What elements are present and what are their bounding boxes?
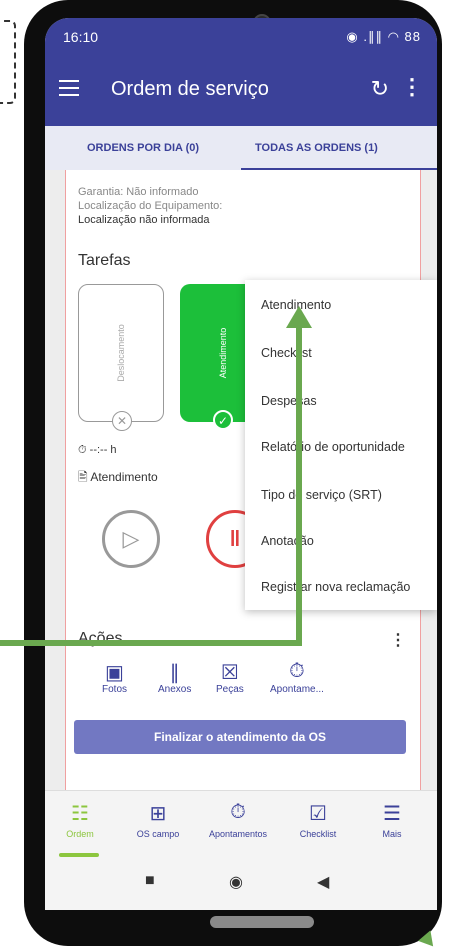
status-time: 16:10: [63, 29, 99, 45]
menu-item-despesas[interactable]: Despesas: [261, 394, 317, 408]
clipboard-icon: ☷: [71, 803, 89, 825]
nav-label: OS campo: [136, 829, 180, 839]
current-task-label: Atendimento: [90, 470, 158, 484]
action-label: Fotos: [102, 684, 128, 695]
menu-item-reclamacao[interactable]: Registrar nova reclamação: [261, 580, 410, 594]
tab-bar: ORDENS POR DIA (0) TODAS AS ORDENS (1): [45, 126, 437, 170]
nav-label: Ordem: [66, 829, 94, 839]
home-icon[interactable]: ◉: [229, 872, 243, 892]
popup-menu: Atendimento Checklist Despesas Relatório…: [245, 280, 437, 610]
action-apontamentos[interactable]: ⏱ Apontame...: [270, 660, 324, 695]
tasks-title: Tarefas: [78, 252, 131, 269]
nav-checklist[interactable]: ☑ Checklist: [283, 801, 353, 839]
system-nav-bar: ■ ◉ ◀: [45, 858, 437, 910]
bottom-nav: ☷ Ordem ⊞ OS campo ⏱ Apontamentos ☑ Chec…: [45, 790, 437, 858]
task-card-deslocamento[interactable]: Deslocamento ✕: [78, 284, 164, 431]
location-value: Localização não informada: [78, 214, 210, 226]
nav-ordem[interactable]: ☷ Ordem: [45, 801, 115, 839]
more-vert-icon[interactable]: ⋮: [401, 74, 423, 100]
action-label: Apontame...: [270, 684, 324, 695]
nav-label: Checklist: [299, 829, 337, 839]
close-icon: ✕: [112, 411, 132, 431]
task-card-label: Atendimento: [218, 327, 228, 379]
stopwatch-icon: ⏱: [289, 660, 305, 682]
annotation-arrow-head: [286, 306, 312, 328]
refresh-icon[interactable]: ↻: [371, 76, 389, 102]
menu-item-anotacao[interactable]: Anotação: [261, 534, 314, 548]
back-icon[interactable]: ◀: [317, 872, 329, 892]
nav-os-campo[interactable]: ⊞ OS campo: [123, 801, 193, 839]
menu-item-tipo-servico[interactable]: Tipo de serviço (SRT): [261, 488, 382, 502]
current-task: 🖹 Atendimento: [78, 468, 158, 489]
nav-active-indicator: [59, 853, 99, 857]
menu-item-checklist[interactable]: Checklist: [261, 346, 312, 360]
recents-icon[interactable]: ■: [145, 872, 155, 890]
task-card-label: Deslocamento: [116, 324, 126, 382]
timer-value: --:-- h: [89, 444, 117, 456]
page-title: Ordem de serviço: [111, 78, 269, 100]
play-button[interactable]: ▷: [102, 510, 160, 568]
camera-icon: ▣: [105, 662, 124, 684]
hamburger-menu-icon[interactable]: [59, 80, 79, 96]
menu-icon: ☰: [383, 803, 401, 825]
annotation-corner-arrow: [418, 927, 438, 947]
tab-todas-as-ordens[interactable]: TODAS AS ORDENS (1): [255, 142, 378, 154]
action-fotos[interactable]: ▣ Fotos: [102, 660, 127, 695]
clipboard-plus-icon: ⊞: [149, 803, 167, 825]
location-label: Localização do Equipamento:: [78, 200, 223, 212]
task-timer: ⏱ --:-- h: [78, 444, 117, 457]
finalize-button[interactable]: Finalizar o atendimento da OS: [74, 720, 406, 754]
annotation-dashed-box: [0, 20, 16, 104]
nav-label: Mais: [382, 829, 402, 839]
action-label: Anexos: [158, 684, 192, 695]
status-bar: 16:10 ◉ .∥∥ ◠ 88: [45, 18, 437, 58]
home-indicator: [210, 916, 314, 928]
actions-more-icon[interactable]: ⋮: [390, 630, 406, 650]
screen: 16:10 ◉ .∥∥ ◠ 88 Ordem de serviço ↻ ⋮ OR…: [45, 18, 437, 910]
paperclip-icon: ∥: [169, 662, 180, 684]
stopwatch-icon: ⏱: [78, 444, 87, 456]
annotation-arrow-horizontal: [0, 640, 302, 646]
nav-apontamentos[interactable]: ⏱ Apontamentos: [203, 801, 273, 839]
nav-mais[interactable]: ☰ Mais: [357, 801, 427, 839]
action-anexos[interactable]: ∥ Anexos: [158, 660, 191, 695]
annotation-arrow-vertical: [296, 326, 302, 646]
nav-label: Apontamentos: [208, 829, 268, 839]
part-icon: ☒: [220, 662, 239, 684]
app-bar: Ordem de serviço ↻ ⋮: [45, 58, 437, 126]
stage: 16:10 ◉ .∥∥ ◠ 88 Ordem de serviço ↻ ⋮ OR…: [0, 0, 449, 950]
stopwatch-icon: ⏱: [230, 801, 246, 823]
action-label: Peças: [216, 684, 244, 695]
check-icon: ✓: [213, 410, 233, 430]
status-indicators: ◉ .∥∥ ◠ 88: [346, 29, 421, 44]
warranty-text: Garantia: Não informado: [78, 186, 199, 198]
action-pecas[interactable]: ☒ Peças: [216, 660, 244, 695]
document-icon: 🖹: [78, 470, 88, 484]
menu-item-relatorio[interactable]: Relatório de oportunidade: [261, 440, 405, 454]
checklist-icon: ☑: [309, 803, 327, 825]
tab-ordens-por-dia[interactable]: ORDENS POR DIA (0): [87, 142, 199, 154]
